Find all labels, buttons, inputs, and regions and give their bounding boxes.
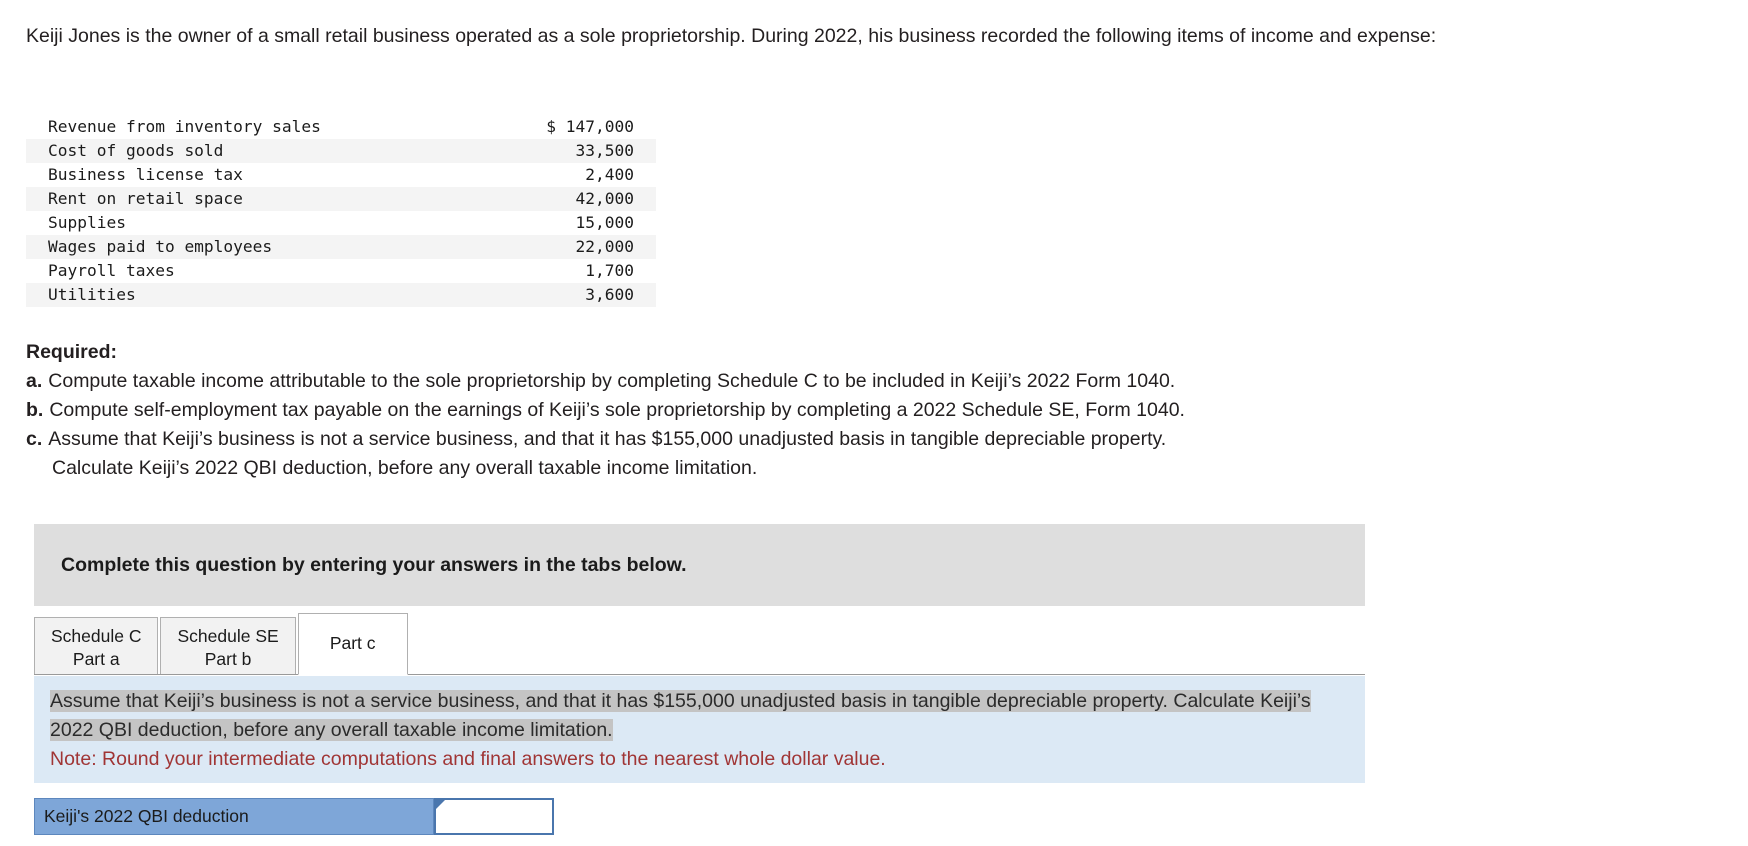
table-cell-label: Wages paid to employees	[26, 235, 424, 259]
answer-row: Keiji's 2022 QBI deduction	[34, 798, 554, 835]
table-cell-label: Payroll taxes	[48, 261, 175, 280]
answer-row-label-text: Keiji's 2022 QBI deduction	[44, 806, 249, 826]
table-row: Revenue from inventory sales $ 147,000	[26, 115, 656, 139]
tab-label-line1: Schedule C	[51, 626, 142, 646]
required-item-text: Compute self-employment tax payable on t…	[49, 399, 1185, 421]
required-heading: Required:	[26, 341, 118, 363]
tab-label-line1: Schedule SE	[177, 626, 279, 646]
income-expense-table: Revenue from inventory sales $ 147,000 Cos…	[26, 115, 656, 307]
table-row: Payroll taxes 1,700	[26, 259, 656, 283]
answer-input-cell[interactable]	[434, 798, 554, 835]
instruction-banner: Complete this question by entering your …	[34, 524, 1365, 606]
table-cell-amount: 33,500	[424, 139, 656, 163]
table-cell-amount: 1,700	[585, 261, 634, 280]
tab-underline	[34, 674, 1365, 675]
required-item-letter: a.	[26, 370, 43, 392]
required-item-line: a. Compute taxable income attributable to…	[26, 367, 1526, 396]
required-item-letter: c.	[26, 428, 43, 450]
tab-label-line2: Part a	[72, 649, 120, 669]
table-row: Utilities 3,600	[26, 283, 656, 307]
question-inner: Assume that Keiji’s business is not a se…	[34, 676, 1365, 774]
table-row: Business license tax 2,400	[26, 163, 656, 187]
table-cell-amount: 42,000	[424, 187, 656, 211]
qbi-deduction-input[interactable]	[436, 800, 552, 833]
required-item-line: c. Assume that Keiji’s business is not a …	[26, 425, 1526, 454]
table-cell-amount: 2,400	[585, 165, 634, 184]
table-cell-amount: 22,000	[424, 235, 656, 259]
required-item-letter: b.	[26, 399, 44, 421]
required-item-text: Compute taxable income attributable to t…	[48, 370, 1176, 392]
required-item: b. Compute self-employment tax payable on…	[26, 396, 1526, 425]
question-prompt-selected-text: Assume that Keiji’s business is not a se…	[50, 690, 1311, 741]
tab-part-c[interactable]: Part c	[297, 613, 408, 675]
table-cell-label: Cost of goods sold	[26, 139, 424, 163]
table-cell-label: Revenue from inventory sales	[48, 117, 321, 136]
tab-part-b[interactable]: Schedule SE Part b	[160, 617, 296, 675]
required-item-text: Assume that Keiji’s business is not a se…	[48, 428, 1167, 450]
required-item-line: b. Compute self-employment tax payable on…	[26, 396, 1526, 425]
question-prompt: Assume that Keiji’s business is not a se…	[50, 687, 1349, 745]
table-cell-label: Business license tax	[48, 165, 243, 184]
tab-strip: Schedule C Part a Schedule SE Part b Part c	[34, 613, 1365, 675]
tab-list: Schedule C Part a Schedule SE Part b Part c	[34, 613, 410, 675]
table-cell-amount: 3,600	[424, 283, 656, 307]
table-cell-label: Supplies	[48, 213, 126, 232]
tab-label-line1: Part c	[329, 633, 376, 653]
table-cell-amount: 15,000	[575, 213, 634, 232]
table-body: Revenue from inventory sales $ 147,000 Cos…	[26, 115, 656, 307]
table-cell-label: Rent on retail space	[26, 187, 424, 211]
tab-part-a[interactable]: Schedule C Part a	[34, 617, 159, 675]
answer-row-label: Keiji's 2022 QBI deduction	[34, 798, 434, 835]
required-section: Required: a. Compute taxable income attri…	[26, 338, 1526, 483]
table-row: Wages paid to employees 22,000	[26, 235, 656, 259]
table-row: Rent on retail space 42,000	[26, 187, 656, 211]
required-items: a. Compute taxable income attributable to…	[26, 367, 1526, 483]
table-row: Supplies 15,000	[26, 211, 656, 235]
question-panel: Assume that Keiji’s business is not a se…	[34, 676, 1365, 783]
required-item: a. Compute taxable income attributable to…	[26, 367, 1526, 396]
required-item-continuation: Calculate Keiji’s 2022 QBI deduction, be…	[52, 457, 758, 479]
table-cell-label: Utilities	[26, 283, 424, 307]
table-row: Cost of goods sold 33,500	[26, 139, 656, 163]
rounding-note: Note: Round your intermediate computatio…	[50, 748, 886, 770]
required-item: c. Assume that Keiji’s business is not a …	[26, 425, 1526, 483]
intro-paragraph: Keiji Jones is the owner of a small reta…	[26, 25, 1437, 47]
tab-label-line2: Part b	[204, 649, 252, 669]
table-cell-amount: $ 147,000	[546, 117, 634, 136]
instruction-text: Complete this question by entering your …	[61, 553, 687, 576]
